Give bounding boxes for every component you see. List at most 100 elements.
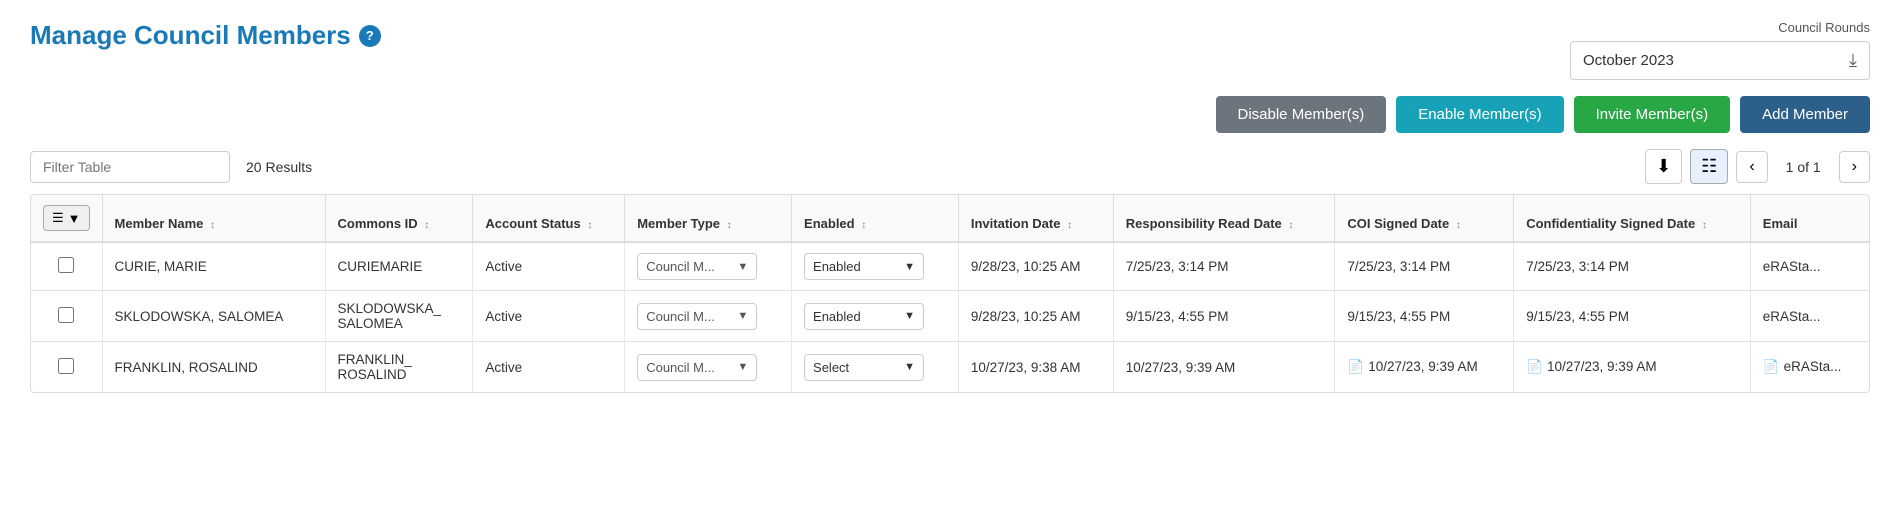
column-header-coi-signed-date: COI Signed Date ↕ (1335, 195, 1514, 242)
sort-icon-enabled[interactable]: ↕ (861, 220, 866, 231)
cell-member-type: Council M...▼ (625, 242, 792, 291)
cell-account-status: Active (473, 342, 625, 393)
member-type-value: Council M... (646, 259, 715, 274)
cell-invitation-date: 9/28/23, 10:25 AM (958, 242, 1113, 291)
action-buttons-row: Disable Member(s) Enable Member(s) Invit… (30, 96, 1870, 133)
cell-email: 📄eRASta... (1750, 342, 1869, 393)
cell-email: eRASta... (1750, 242, 1869, 291)
chevron-down-icon: ▼ (737, 310, 748, 322)
enabled-dropdown[interactable]: Enabled ▼ (804, 253, 924, 280)
results-count: 20 Results (246, 159, 312, 175)
cell-member-type: Council M... ▼ (625, 291, 792, 342)
cell-responsibility-read-date: 7/25/23, 3:14 PM (1113, 242, 1335, 291)
chevron-right-icon: › (1852, 158, 1857, 175)
row-checkbox[interactable] (58, 307, 74, 323)
row-checkbox[interactable] (58, 257, 74, 273)
download-button[interactable]: ⬇ (1645, 149, 1682, 184)
members-table: ☰ ▼ Member Name ↕ Commons ID ↕ Account S… (31, 195, 1869, 392)
cell-member-name: CURIE, MARIE (102, 242, 325, 291)
member-type-dropdown[interactable]: Council M...▼ (637, 253, 757, 280)
coi-doc-icon[interactable]: 📄 (1347, 359, 1364, 374)
filter-right: ⬇ ☷ ‹ 1 of 1 › (1645, 149, 1870, 184)
enabled-dropdown[interactable]: Select▼ (804, 354, 924, 381)
cell-responsibility-read-date: 10/27/23, 9:39 AM (1113, 342, 1335, 393)
row-checkbox-cell (31, 242, 102, 291)
cell-commons-id: CURIEMARIE (325, 242, 473, 291)
hamburger-icon: ☰ (52, 210, 64, 226)
cell-coi-signed-date: 9/15/23, 4:55 PM (1335, 291, 1514, 342)
cell-member-type: Council M... ▼ (625, 342, 792, 393)
chevron-down-icon: ▼ (904, 310, 915, 322)
column-header-responsibility-read-date: Responsibility Read Date ↕ (1113, 195, 1335, 242)
filter-row: 20 Results ⬇ ☷ ‹ 1 of 1 › (30, 149, 1870, 184)
member-type-value: Council M... (646, 309, 715, 324)
enabled-value: Select (813, 360, 849, 375)
column-header-enabled: Enabled ↕ (792, 195, 959, 242)
dropdown-arrow-icon: ▼ (68, 211, 81, 226)
cell-enabled: Enabled ▼ (792, 291, 959, 342)
cell-enabled: Select▼ (792, 342, 959, 393)
member-type-dropdown[interactable]: Council M... ▼ (637, 354, 757, 381)
column-header-member-name: Member Name ↕ (102, 195, 325, 242)
column-header-member-type: Member Type ↕ (625, 195, 792, 242)
council-rounds-section: Council Rounds October 2023 ⤓ (1550, 20, 1870, 80)
cell-confidentiality-signed-date: 7/25/23, 3:14 PM (1514, 242, 1751, 291)
chevron-down-icon: ▼ (904, 261, 915, 273)
cell-account-status: Active (473, 242, 625, 291)
prev-page-button[interactable]: ‹ (1736, 151, 1767, 183)
cell-email: eRASta... (1750, 291, 1869, 342)
column-menu-header: ☰ ▼ (31, 195, 102, 242)
add-member-button[interactable]: Add Member (1740, 96, 1870, 133)
cell-account-status: Active (473, 291, 625, 342)
column-header-email: Email (1750, 195, 1869, 242)
member-type-value: Council M... (646, 360, 715, 375)
grid-view-button[interactable]: ☷ (1690, 149, 1728, 184)
cell-invitation-date: 10/27/23, 9:38 AM (958, 342, 1113, 393)
enabled-dropdown[interactable]: Enabled ▼ (804, 303, 924, 330)
member-type-dropdown[interactable]: Council M... ▼ (637, 303, 757, 330)
council-rounds-label: Council Rounds (1778, 20, 1870, 35)
cell-enabled: Enabled ▼ (792, 242, 959, 291)
sort-icon-coi-signed-date[interactable]: ↕ (1456, 220, 1461, 231)
conf-doc-icon[interactable]: 📄 (1526, 359, 1543, 374)
invite-members-button[interactable]: Invite Member(s) (1574, 96, 1731, 133)
cell-coi-signed-date: 📄10/27/23, 9:39 AM (1335, 342, 1514, 393)
column-header-invitation-date: Invitation Date ↕ (958, 195, 1113, 242)
members-table-container: ☰ ▼ Member Name ↕ Commons ID ↕ Account S… (30, 194, 1870, 393)
chevron-left-icon: ‹ (1749, 158, 1754, 175)
cell-responsibility-read-date: 9/15/23, 4:55 PM (1113, 291, 1335, 342)
pagination-info: 1 of 1 (1776, 153, 1831, 181)
enable-members-button[interactable]: Enable Member(s) (1396, 96, 1563, 133)
cell-coi-signed-date: 7/25/23, 3:14 PM (1335, 242, 1514, 291)
table-row: FRANKLIN, ROSALINDFRANKLIN_ ROSALINDActi… (31, 342, 1869, 393)
council-rounds-select[interactable]: October 2023 ⤓ (1570, 41, 1870, 80)
column-header-confidentiality-signed-date: Confidentiality Signed Date ↕ (1514, 195, 1751, 242)
sort-icon-member-type[interactable]: ↕ (727, 220, 732, 231)
sort-icon-responsibility-read-date[interactable]: ↕ (1288, 220, 1293, 231)
enabled-value: Enabled (813, 309, 861, 324)
cell-member-name: FRANKLIN, ROSALIND (102, 342, 325, 393)
chevron-down-icon: ▼ (737, 361, 748, 373)
disable-members-button[interactable]: Disable Member(s) (1216, 96, 1387, 133)
help-icon[interactable]: ? (359, 25, 381, 47)
table-row: SKLODOWSKA, SALOMEASKLODOWSKA_ SALOMEAAc… (31, 291, 1869, 342)
enabled-value: Enabled (813, 259, 861, 274)
email-doc-icon[interactable]: 📄 (1763, 359, 1780, 374)
cell-confidentiality-signed-date: 📄10/27/23, 9:39 AM (1514, 342, 1751, 393)
column-menu-button[interactable]: ☰ ▼ (43, 205, 90, 231)
cell-commons-id: SKLODOWSKA_ SALOMEA (325, 291, 473, 342)
row-checkbox-cell (31, 342, 102, 393)
filter-table-input[interactable] (30, 151, 230, 183)
grid-icon: ☷ (1701, 156, 1717, 177)
row-checkbox[interactable] (58, 358, 74, 374)
sort-icon-confidentiality-signed-date[interactable]: ↕ (1702, 220, 1707, 231)
cell-commons-id: FRANKLIN_ ROSALIND (325, 342, 473, 393)
next-page-button[interactable]: › (1839, 151, 1870, 183)
sort-icon-commons-id[interactable]: ↕ (424, 220, 429, 231)
sort-icon-member-name[interactable]: ↕ (210, 220, 215, 231)
sort-icon-account-status[interactable]: ↕ (587, 220, 592, 231)
cell-invitation-date: 9/28/23, 10:25 AM (958, 291, 1113, 342)
table-row: CURIE, MARIECURIEMARIEActive Council M...… (31, 242, 1869, 291)
download-icon: ⬇ (1656, 156, 1671, 177)
sort-icon-invitation-date[interactable]: ↕ (1067, 220, 1072, 231)
